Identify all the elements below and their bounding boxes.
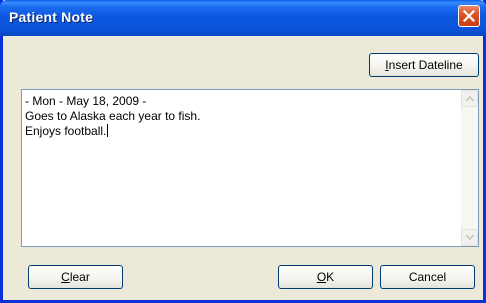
cancel-label: Cancel bbox=[408, 270, 447, 284]
note-line: Goes to Alaska each year to fish. bbox=[25, 109, 201, 123]
scroll-down-arrow-icon bbox=[466, 235, 474, 240]
scroll-down-button[interactable] bbox=[461, 229, 478, 246]
title-bar[interactable]: Patient Note bbox=[0, 0, 486, 36]
vertical-scrollbar[interactable] bbox=[461, 90, 478, 246]
patient-note-dialog: Patient Note Insert Dateline - Mon - May… bbox=[0, 0, 486, 303]
scroll-up-arrow-icon bbox=[466, 96, 474, 101]
window-title: Patient Note bbox=[9, 9, 94, 25]
clear-mnemonic: C bbox=[61, 270, 70, 284]
note-line-with-caret: Enjoys football. bbox=[25, 124, 450, 139]
ok-mnemonic: O bbox=[316, 270, 327, 284]
text-caret bbox=[107, 124, 109, 137]
insert-dateline-button[interactable]: Insert Dateline bbox=[369, 53, 479, 77]
ok-label: K bbox=[326, 270, 335, 284]
note-textarea[interactable]: - Mon - May 18, 2009 - Goes to Alaska eac… bbox=[21, 89, 479, 247]
note-content[interactable]: - Mon - May 18, 2009 - Goes to Alaska eac… bbox=[25, 94, 450, 139]
close-button[interactable] bbox=[458, 5, 480, 27]
ok-button[interactable]: OK bbox=[278, 265, 373, 289]
insert-dateline-label: nsert Dateline bbox=[388, 58, 463, 72]
close-icon bbox=[463, 10, 475, 22]
note-line: - Mon - May 18, 2009 - bbox=[25, 94, 147, 108]
cancel-button[interactable]: Cancel bbox=[380, 265, 475, 289]
scroll-up-button[interactable] bbox=[461, 90, 478, 107]
note-line: Enjoys football. bbox=[25, 124, 107, 138]
clear-label: lear bbox=[69, 270, 90, 284]
clear-button[interactable]: Clear bbox=[28, 265, 123, 289]
